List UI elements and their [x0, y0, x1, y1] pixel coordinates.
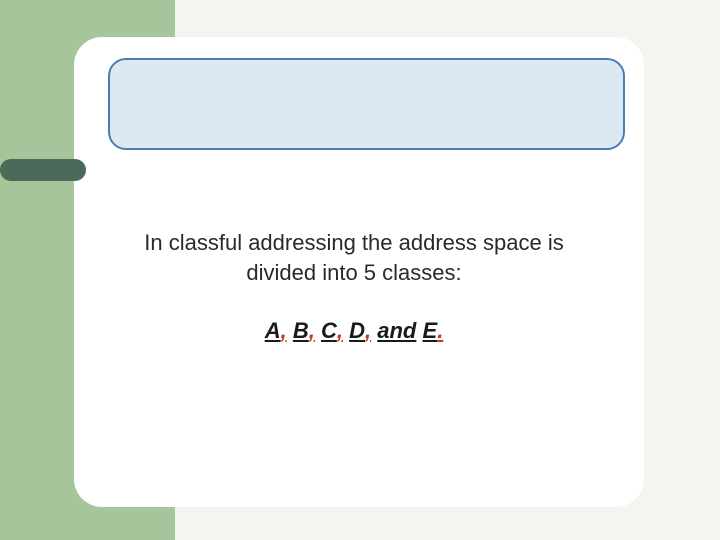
comma-4: , [365, 318, 371, 343]
comma-3: , [337, 318, 343, 343]
comma-2: , [309, 318, 315, 343]
class-a: A [265, 318, 281, 343]
classes-line: A, B, C, D, and E. [124, 318, 584, 344]
title-box [108, 58, 625, 150]
period: . [437, 318, 443, 343]
comma-1: , [281, 318, 287, 343]
class-c: C [321, 318, 337, 343]
body-line-2: divided into 5 classes: [246, 260, 461, 285]
class-e: E [423, 318, 438, 343]
slide-body-text: In classful addressing the address space… [124, 228, 584, 287]
body-line-1: In classful addressing the address space… [144, 230, 563, 255]
class-d: D [349, 318, 365, 343]
and-word: and [377, 318, 416, 343]
class-b: B [293, 318, 309, 343]
bullet-decor [0, 159, 86, 181]
